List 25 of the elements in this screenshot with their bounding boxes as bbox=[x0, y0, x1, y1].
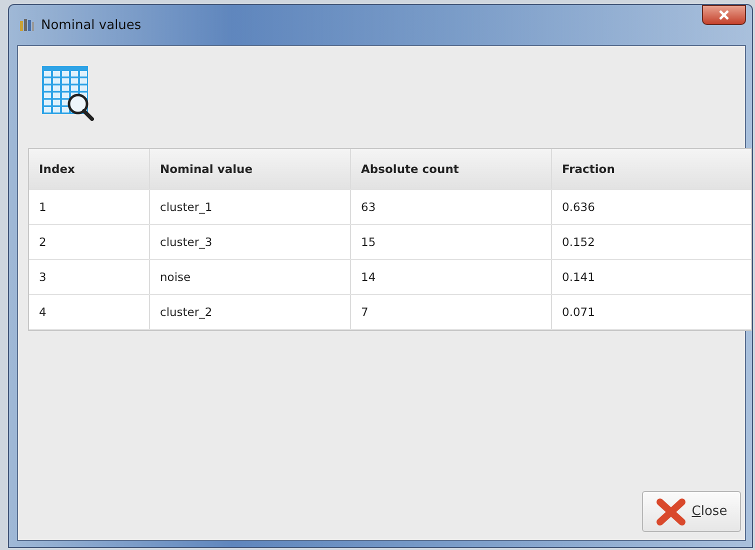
cross-icon bbox=[656, 498, 686, 526]
table-cell: 15 bbox=[351, 225, 552, 259]
table-cell: 63 bbox=[351, 190, 552, 224]
table-cell: 1 bbox=[29, 190, 150, 224]
table-cell: cluster_1 bbox=[150, 190, 351, 224]
table-cell-text: 0.071 bbox=[561, 304, 596, 321]
close-icon[interactable] bbox=[702, 5, 746, 25]
table-cell: 7 bbox=[351, 295, 552, 329]
table-cell-text: 0.141 bbox=[561, 269, 596, 286]
table-cell: 14 bbox=[351, 260, 552, 294]
column-header[interactable]: Absolute count bbox=[351, 149, 552, 189]
window-title: Nominal values bbox=[41, 18, 142, 32]
column-header[interactable]: Index bbox=[29, 149, 150, 189]
table-cell: cluster_3 bbox=[150, 225, 351, 259]
table-cell-text: 0.636 bbox=[561, 199, 596, 216]
table-cell: 4 bbox=[29, 295, 150, 329]
column-header[interactable]: Fraction bbox=[552, 149, 751, 189]
table-cell: 2 bbox=[29, 225, 150, 259]
table-cell-text: 0.152 bbox=[561, 234, 596, 251]
column-header[interactable]: Nominal value bbox=[150, 149, 351, 189]
table-cell: noise bbox=[150, 260, 351, 294]
app-icon bbox=[19, 17, 35, 33]
table-cell: 3 bbox=[29, 260, 150, 294]
table-cell: cluster_2 bbox=[150, 295, 351, 329]
close-button[interactable]: Close bbox=[642, 491, 741, 532]
